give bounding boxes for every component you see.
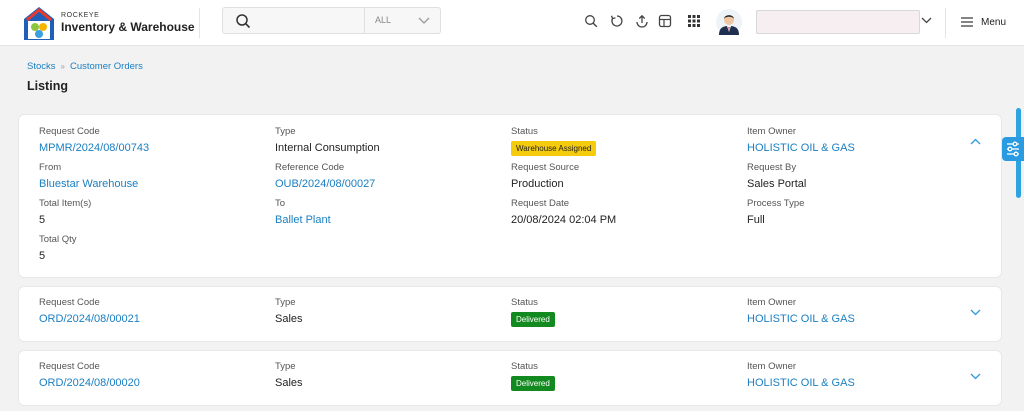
status-badge: Delivered — [511, 312, 555, 327]
field-request-source: Request Source Production — [511, 162, 579, 191]
breadcrumb-stocks[interactable]: Stocks — [27, 61, 56, 72]
brand: ROCKEYE Inventory & Warehouse — [61, 12, 195, 34]
field-value: 20/08/2024 02:04 PM — [511, 214, 617, 226]
table-icon[interactable] — [658, 14, 672, 28]
field-status: Status Delivered — [511, 297, 555, 327]
brand-title: Inventory & Warehouse — [61, 20, 195, 34]
field-from: From Bluestar Warehouse — [39, 162, 138, 191]
filter-panel-button[interactable] — [1002, 137, 1024, 161]
field-label: Request Code — [39, 126, 100, 137]
field-value: Sales — [275, 377, 303, 389]
header-divider — [199, 8, 200, 38]
user-avatar[interactable] — [716, 9, 742, 35]
search-filter-select[interactable]: ALL — [375, 15, 391, 25]
field-status: Status Delivered — [511, 361, 555, 391]
field-value: 5 — [39, 214, 46, 226]
reference-code-link[interactable]: OUB/2024/08/00027 — [275, 177, 375, 191]
status-badge: Warehouse Assigned — [511, 141, 597, 156]
field-reference-code: Reference Code OUB/2024/08/00027 — [275, 162, 375, 191]
field-value: 5 — [39, 250, 46, 262]
field-type: Type Internal Consumption — [275, 126, 380, 155]
field-label: Item Owner — [747, 126, 797, 137]
search-icon[interactable] — [584, 14, 598, 28]
field-label: Total Qty — [39, 234, 77, 245]
item-owner-link[interactable]: HOLISTIC OIL & GAS — [747, 312, 855, 326]
field-label: Total Item(s) — [39, 198, 92, 209]
search-input[interactable] — [259, 10, 379, 31]
field-label: Status — [511, 126, 538, 137]
field-label: Item Owner — [747, 361, 797, 372]
breadcrumb: Stocks » Customer Orders — [27, 61, 143, 72]
field-request-code: Request Code ORD/2024/08/00021 — [39, 297, 140, 326]
breadcrumb-customer-orders[interactable]: Customer Orders — [70, 61, 143, 72]
field-label: Request Date — [511, 198, 570, 209]
field-value: Production — [511, 178, 564, 190]
field-request-code: Request Code MPMR/2024/08/00743 — [39, 126, 149, 155]
page-title: Listing — [27, 79, 68, 93]
field-value: Full — [747, 214, 765, 226]
rockeye-logo-icon[interactable] — [23, 5, 55, 41]
field-value: Internal Consumption — [275, 142, 380, 154]
request-code-link[interactable]: ORD/2024/08/00021 — [39, 312, 140, 326]
filter-sliders-icon — [1007, 141, 1019, 157]
field-label: Type — [275, 297, 296, 308]
field-label: Process Type — [747, 198, 805, 209]
field-label: Request Source — [511, 162, 580, 173]
order-card[interactable]: Request Code ORD/2024/08/00020 Type Sale… — [18, 350, 1002, 406]
chevron-down-icon[interactable] — [970, 309, 981, 316]
chevron-up-icon[interactable] — [970, 138, 981, 145]
search-divider — [364, 8, 365, 33]
field-label: Type — [275, 126, 296, 137]
apps-grid-icon[interactable] — [687, 14, 701, 28]
field-type: Type Sales — [275, 361, 303, 390]
field-label: Request By — [747, 162, 797, 173]
user-selector[interactable] — [756, 10, 920, 34]
refresh-icon[interactable] — [610, 14, 624, 28]
field-process-type: Process Type Full — [747, 198, 804, 227]
field-item-owner: Item Owner HOLISTIC OIL & GAS — [747, 297, 855, 326]
field-label: Type — [275, 361, 296, 372]
field-request-date: Request Date 20/08/2024 02:04 PM — [511, 198, 616, 227]
field-type: Type Sales — [275, 297, 303, 326]
field-value: Sales Portal — [747, 178, 807, 190]
from-warehouse-link[interactable]: Bluestar Warehouse — [39, 177, 138, 191]
menu-button[interactable]: Menu — [981, 17, 1006, 28]
field-label: Request Code — [39, 361, 100, 372]
field-label: Reference Code — [275, 162, 345, 173]
field-item-owner: Item Owner HOLISTIC OIL & GAS — [747, 361, 855, 390]
field-request-code: Request Code ORD/2024/08/00020 — [39, 361, 140, 390]
brand-small: ROCKEYE — [61, 12, 100, 19]
to-plant-link[interactable]: Ballet Plant — [275, 213, 331, 227]
order-card[interactable]: Request Code MPMR/2024/08/00743 Type Int… — [18, 114, 1002, 278]
chevron-down-icon[interactable] — [970, 373, 981, 380]
item-owner-link[interactable]: HOLISTIC OIL & GAS — [747, 376, 855, 390]
top-header: ROCKEYE Inventory & Warehouse ALL Menu — [0, 0, 1024, 46]
chevron-down-icon[interactable] — [921, 17, 932, 24]
request-code-link[interactable]: MPMR/2024/08/00743 — [39, 141, 149, 155]
field-to: To Ballet Plant — [275, 198, 331, 227]
field-label: Request Code — [39, 297, 100, 308]
field-label: Status — [511, 361, 538, 372]
breadcrumb-separator-icon: » — [60, 62, 65, 71]
item-owner-link[interactable]: HOLISTIC OIL & GAS — [747, 141, 855, 155]
field-label: To — [275, 198, 286, 209]
order-card[interactable]: Request Code ORD/2024/08/00021 Type Sale… — [18, 286, 1002, 342]
field-item-owner: Item Owner HOLISTIC OIL & GAS — [747, 126, 855, 155]
request-code-link[interactable]: ORD/2024/08/00020 — [39, 376, 140, 390]
field-request-by: Request By Sales Portal — [747, 162, 806, 191]
upload-icon[interactable] — [635, 14, 649, 28]
field-label: Status — [511, 297, 538, 308]
field-total-qty: Total Qty 5 — [39, 234, 77, 263]
header-divider — [945, 8, 946, 38]
field-status: Status Warehouse Assigned — [511, 126, 597, 156]
hamburger-icon[interactable] — [961, 17, 973, 27]
search-icon[interactable] — [235, 13, 251, 29]
field-label: From — [39, 162, 62, 173]
field-total-items: Total Item(s) 5 — [39, 198, 91, 227]
status-badge: Delivered — [511, 376, 555, 391]
field-label: Item Owner — [747, 297, 797, 308]
chevron-down-icon[interactable] — [418, 17, 430, 25]
field-value: Sales — [275, 313, 303, 325]
global-search: ALL — [222, 7, 441, 34]
